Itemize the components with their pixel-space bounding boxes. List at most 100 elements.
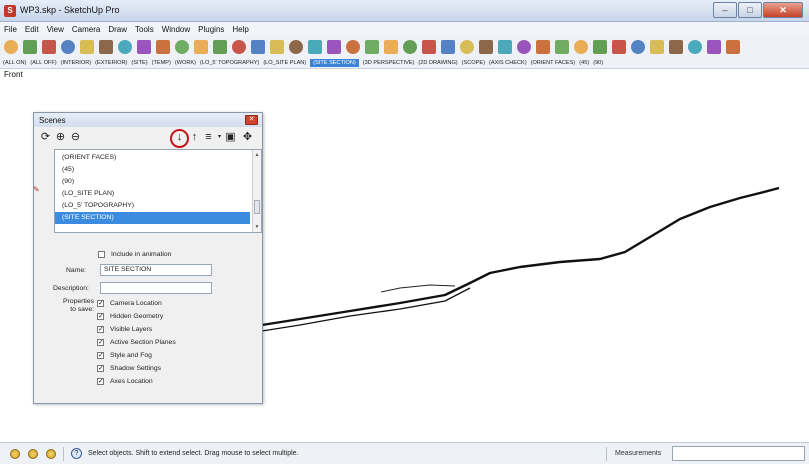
menu-plugins[interactable]: Plugins: [198, 25, 224, 34]
select-icon[interactable]: [4, 40, 18, 54]
menu-help[interactable]: Help: [232, 25, 248, 34]
styles-icon[interactable]: [574, 40, 588, 54]
scenes-icon[interactable]: [612, 40, 626, 54]
remove-scene-icon[interactable]: ⊖: [69, 131, 82, 144]
line-icon[interactable]: [99, 40, 113, 54]
scene-list-item[interactable]: (ORIENT FACES): [55, 152, 250, 164]
zoom-icon[interactable]: [289, 40, 303, 54]
menu-window[interactable]: Window: [162, 25, 190, 34]
scene-tab[interactable]: (ALL OFF): [30, 60, 56, 66]
eraser-icon[interactable]: [23, 40, 37, 54]
orbit-icon[interactable]: [251, 40, 265, 54]
property-checkbox[interactable]: ✓: [97, 326, 104, 333]
components-icon[interactable]: [536, 40, 550, 54]
scene-name-input[interactable]: SITE SECTION: [100, 264, 212, 276]
fog-icon[interactable]: [650, 40, 664, 54]
scene-description-input[interactable]: [100, 282, 212, 294]
scene-tab[interactable]: (WORK): [175, 60, 196, 66]
warehouse-icon[interactable]: [707, 40, 721, 54]
rectangle-icon[interactable]: [80, 40, 94, 54]
look-around-icon[interactable]: [365, 40, 379, 54]
minimize-button[interactable]: –: [713, 2, 737, 18]
menu-edit[interactable]: Edit: [25, 25, 39, 34]
property-checkbox[interactable]: ✓: [97, 365, 104, 372]
axes-icon[interactable]: [460, 40, 474, 54]
scene-list-item[interactable]: (LO_SITE PLAN): [55, 188, 250, 200]
circle-icon[interactable]: [118, 40, 132, 54]
move-scene-up-icon[interactable]: ↑: [188, 131, 201, 144]
paint-bucket-icon[interactable]: [42, 40, 56, 54]
include-in-animation-checkbox[interactable]: [98, 251, 105, 258]
help-icon[interactable]: ?: [71, 448, 82, 459]
scene-tab[interactable]: (45): [579, 60, 589, 66]
3d-text-icon[interactable]: [517, 40, 531, 54]
menu-camera[interactable]: Camera: [72, 25, 100, 34]
scene-tab[interactable]: (EXTERIOR): [95, 60, 127, 66]
scene-tab[interactable]: (ALL ON): [3, 60, 26, 66]
move-scene-down-icon[interactable]: ↓: [173, 131, 186, 144]
scene-tab[interactable]: (ORIENT FACES): [531, 60, 576, 66]
move-icon[interactable]: [194, 40, 208, 54]
scenes-close-button[interactable]: ✕: [245, 115, 258, 125]
protractor-icon[interactable]: [441, 40, 455, 54]
arc-icon[interactable]: [137, 40, 151, 54]
account-status-icon[interactable]: [46, 449, 56, 459]
offset-icon[interactable]: [156, 40, 170, 54]
scene-tab[interactable]: (TEMP): [152, 60, 171, 66]
menu-view[interactable]: View: [47, 25, 64, 34]
scene-tab[interactable]: (INTERIOR): [61, 60, 91, 66]
property-checkbox[interactable]: ✓: [97, 313, 104, 320]
geo-location-status-icon[interactable]: [10, 449, 20, 459]
close-button[interactable]: ✕: [763, 2, 803, 18]
extension-icon[interactable]: [726, 40, 740, 54]
zoom-window-icon[interactable]: [308, 40, 322, 54]
scroll-up-icon[interactable]: ▲: [253, 151, 261, 159]
scene-list[interactable]: (ORIENT FACES) (45) (90) (LO_SITE PLAN) …: [54, 149, 262, 233]
scale-icon[interactable]: [232, 40, 246, 54]
walk-icon[interactable]: [346, 40, 360, 54]
dimension-icon[interactable]: [479, 40, 493, 54]
property-checkbox[interactable]: ✓: [97, 378, 104, 385]
materials-icon[interactable]: [555, 40, 569, 54]
scenes-title-bar[interactable]: Scenes ✕: [34, 113, 262, 127]
credits-status-icon[interactable]: [28, 449, 38, 459]
menu-file[interactable]: File: [4, 25, 17, 34]
scene-list-item[interactable]: (45): [55, 164, 250, 176]
measurements-input[interactable]: [672, 446, 805, 461]
rotate-icon[interactable]: [213, 40, 227, 54]
property-checkbox[interactable]: ✓: [97, 339, 104, 346]
zoom-extents-icon[interactable]: [327, 40, 341, 54]
shadows-icon[interactable]: [631, 40, 645, 54]
sandbox-icon[interactable]: [669, 40, 683, 54]
maximize-button[interactable]: □: [738, 2, 762, 18]
text-icon[interactable]: [498, 40, 512, 54]
follow-me-icon[interactable]: [175, 40, 189, 54]
scene-tab[interactable]: (SCOPE): [462, 60, 485, 66]
show-details-icon[interactable]: ✥: [241, 131, 254, 144]
show-thumbnails-icon[interactable]: ▣: [224, 131, 237, 144]
pan-icon[interactable]: [270, 40, 284, 54]
scene-tab[interactable]: (SITE): [131, 60, 147, 66]
property-checkbox[interactable]: ✓: [97, 300, 104, 307]
section-plane-icon[interactable]: [403, 40, 417, 54]
scene-tab[interactable]: (LO_SITE PLAN): [263, 60, 306, 66]
scene-tab[interactable]: (90): [593, 60, 603, 66]
scene-tab[interactable]: (2D DRAWING): [418, 60, 457, 66]
position-camera-icon[interactable]: [384, 40, 398, 54]
push-pull-icon[interactable]: [61, 40, 75, 54]
layers-icon[interactable]: [593, 40, 607, 54]
scene-list-item-selected[interactable]: (SITE SECTION): [55, 212, 250, 224]
menu-draw[interactable]: Draw: [108, 25, 127, 34]
scene-tab[interactable]: (3D PERSPECTIVE): [363, 60, 415, 66]
geo-location-icon[interactable]: [688, 40, 702, 54]
add-scene-icon[interactable]: ⊕: [54, 131, 67, 144]
menu-tools[interactable]: Tools: [135, 25, 154, 34]
scene-list-item[interactable]: (LO_5' TOPOGRAPHY): [55, 200, 250, 212]
scene-tab[interactable]: (LO_5' TOPOGRAPHY): [200, 60, 259, 66]
scene-tab[interactable]: (AXIS CHECK): [489, 60, 527, 66]
tape-measure-icon[interactable]: [422, 40, 436, 54]
scroll-thumb[interactable]: [254, 200, 260, 214]
scene-list-scrollbar[interactable]: ▲ ▼: [252, 150, 261, 232]
property-checkbox[interactable]: ✓: [97, 352, 104, 359]
scene-tab-active[interactable]: (SITE SECTION): [310, 59, 359, 67]
